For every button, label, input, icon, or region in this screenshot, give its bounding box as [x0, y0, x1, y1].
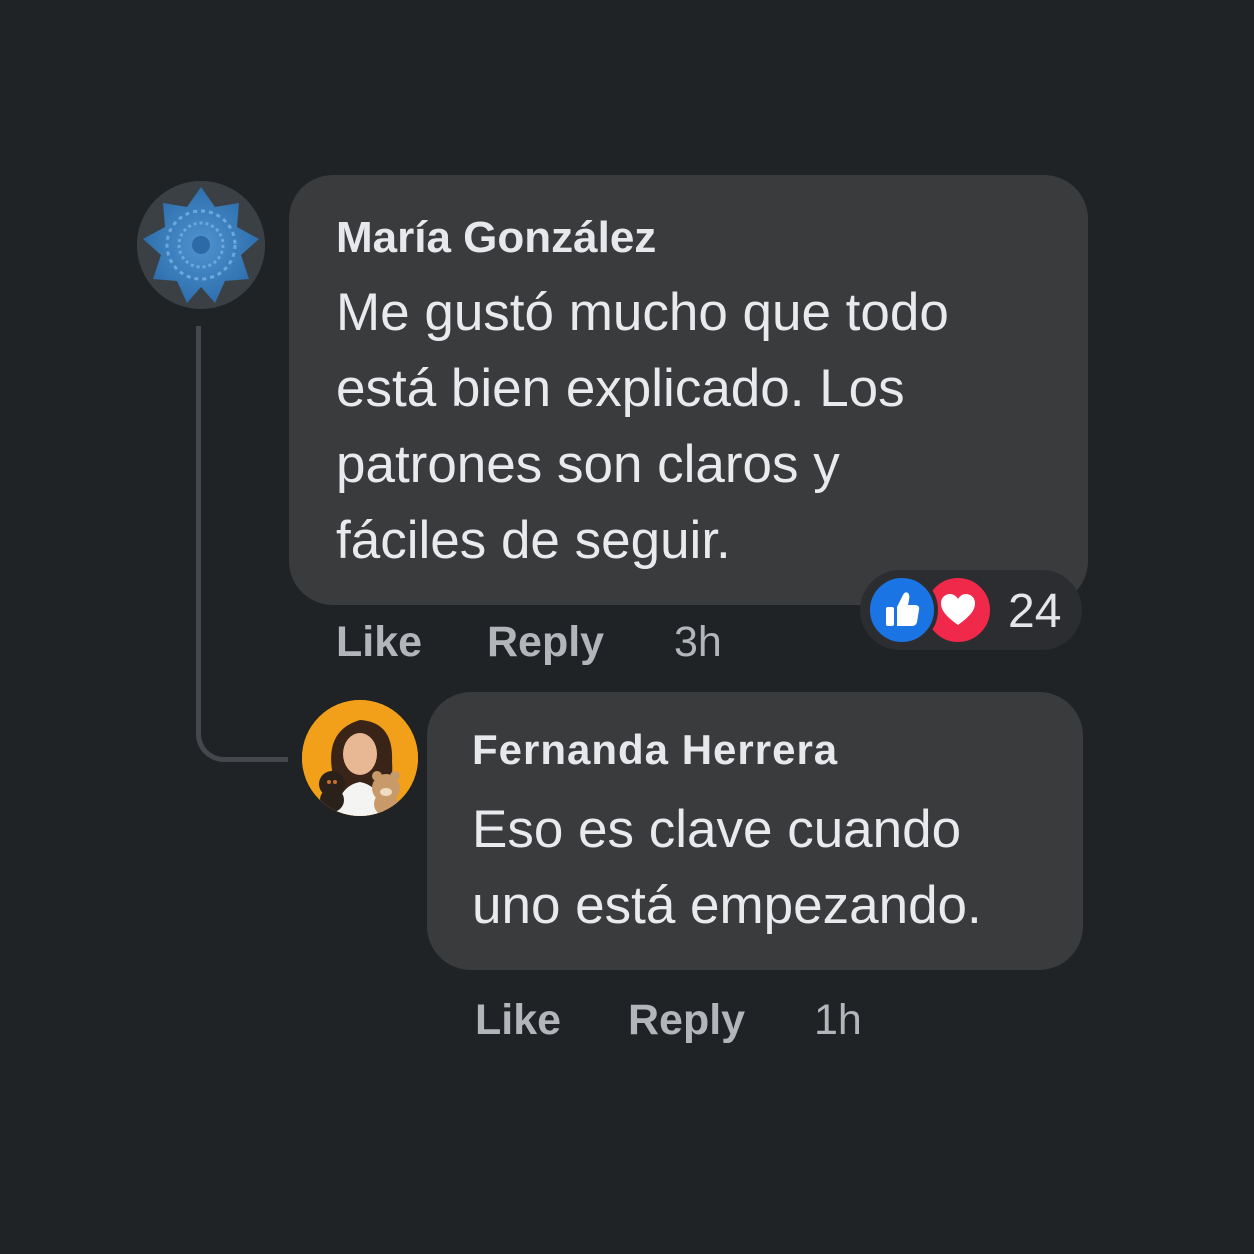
- like-icon: [866, 574, 938, 646]
- reaction-count: 24: [1008, 585, 1062, 638]
- comment-text: Me gustó mucho que todo está bien explic…: [336, 283, 949, 570]
- woman-portrait-icon: [302, 700, 418, 816]
- comment-bubble-maria: María González Me gustó mucho que todo e…: [289, 175, 1088, 605]
- comment-timestamp: 1h: [814, 996, 862, 1044]
- comment-timestamp: 3h: [674, 618, 722, 666]
- like-button[interactable]: Like: [336, 618, 422, 667]
- reply-button[interactable]: Reply: [487, 618, 604, 667]
- comment-text: Eso es clave cuando uno está empezando.: [472, 800, 982, 935]
- comment-bubble-fernanda: Fernanda Herrera Eso es clave cuando uno…: [427, 692, 1083, 970]
- thread-connector: [196, 326, 288, 762]
- like-button[interactable]: Like: [475, 996, 561, 1045]
- avatar-fernanda[interactable]: [302, 700, 418, 816]
- reactions-summary[interactable]: 24: [860, 570, 1082, 650]
- reply-button[interactable]: Reply: [628, 996, 745, 1045]
- comment-author[interactable]: Fernanda Herrera: [472, 726, 838, 774]
- crochet-doily-icon: [137, 181, 265, 309]
- comment-author[interactable]: María González: [336, 213, 656, 263]
- avatar-maria[interactable]: [137, 181, 265, 309]
